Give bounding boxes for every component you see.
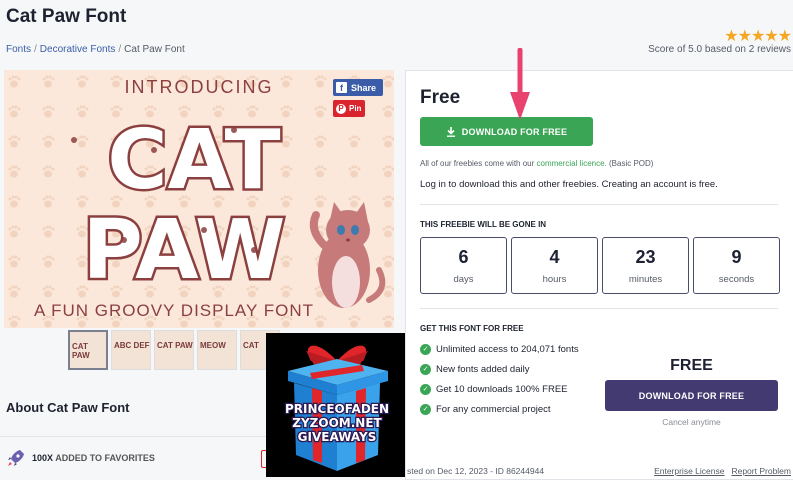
countdown-label: THIS FREEBIE WILL BE GONE IN [420,220,547,229]
breadcrumb-decorative-fonts[interactable]: Decorative Fonts [40,44,116,55]
check-icon: ✓ [420,384,431,395]
pin-label: Pin [349,104,362,113]
check-icon: ✓ [420,404,431,415]
page-title: Cat Paw Font [6,6,127,27]
countdown-days: 6 days [420,237,507,294]
license-note: All of our freebies come with our commer… [420,159,654,168]
rating-text: Score of 5.0 based on 2 reviews [648,44,791,55]
download-panel: Free DOWNLOAD FOR FREE All of our freebi… [405,70,793,480]
commercial-licence-link[interactable]: commercial licence. [537,159,607,168]
preview-tagline: A FUN GROOVY DISPLAY FONT [34,301,314,320]
list-item: ✓ Unlimited access to 204,071 fonts [420,343,595,356]
giveaway-line-3: GIVEAWAYS [298,430,377,444]
rating-stars: ★★★★★ [724,26,792,46]
favorites-number: 100X [32,453,54,463]
footer-links: Enterprise License Report Problem [654,466,791,476]
price-title: Free [420,87,461,108]
countdown-timer: 6 days 4 hours 23 minutes 9 seconds [420,237,780,294]
preview-intro-text: INTRODUCING [125,77,274,97]
countdown-hours: 4 hours [511,237,598,294]
thumbnail-3[interactable]: CAT PAW [154,330,194,370]
about-heading: About Cat Paw Font [6,400,130,415]
countdown-seconds: 9 seconds [693,237,780,294]
thumbnail-1[interactable]: CAT PAW [68,330,108,370]
countdown-minutes: 23 minutes [602,237,689,294]
preview-headline-cat: CAT [107,113,280,208]
product-meta: sted on Dec 12, 2023 - ID 86244944 [407,466,545,476]
download-button[interactable]: DOWNLOAD FOR FREE [420,117,593,146]
breadcrumb: Fonts / Decorative Fonts / Cat Paw Font [6,44,185,55]
star-icons: ★★★★★ [724,28,792,45]
pinterest-pin-button[interactable]: P Pin [333,100,365,117]
thumbnail-strip: CAT PAW ABC DEF CAT PAW MEOW CAT [68,330,280,370]
download-label: DOWNLOAD FOR FREE [461,126,568,137]
list-item: ✓ New fonts added daily [420,363,595,376]
check-icon: ✓ [420,344,431,355]
pinterest-icon: P [336,103,346,114]
giveaway-overlay[interactable]: PRINCEOFADEN ZYZOOM.NET GIVEAWAYS [266,333,408,477]
breadcrumb-current: Cat Paw Font [124,44,185,55]
enterprise-license-link[interactable]: Enterprise License [654,466,724,476]
cancel-note: Cancel anytime [662,417,721,427]
giveaway-line-2: ZYZOOM.NET [292,416,382,430]
divider [420,308,778,309]
favorites-label: ADDED TO FAVORITES [55,453,155,463]
report-problem-link[interactable]: Report Problem [731,466,791,476]
feature-list: ✓ Unlimited access to 204,071 fonts ✓ New … [420,343,595,423]
login-note: Log in to download this and other freebi… [420,179,718,190]
list-item: ✓ For any commercial project [420,403,595,416]
facebook-icon: f [336,82,347,93]
favorites-count: 100X ADDED TO FAVORITES [6,448,155,468]
subscribe-download-button[interactable]: DOWNLOAD FOR FREE [605,380,778,411]
pointer-arrow-icon [510,48,530,120]
thumbnail-4[interactable]: MEOW [197,330,237,370]
share-label: Share [351,82,377,93]
giveaway-line-1: PRINCEOFADEN [285,402,389,416]
check-icon: ✓ [420,364,431,375]
list-item: ✓ Get 10 downloads 100% FREE [420,383,595,396]
download-icon [446,126,455,137]
breadcrumb-fonts[interactable]: Fonts [6,44,31,55]
divider [420,204,778,205]
rocket-icon [8,450,24,466]
free-heading: FREE [670,357,713,374]
facebook-share-button[interactable]: f Share [333,79,383,96]
thumbnail-2[interactable]: ABC DEF [111,330,151,370]
get-free-label: GET THIS FONT FOR FREE [420,324,524,333]
